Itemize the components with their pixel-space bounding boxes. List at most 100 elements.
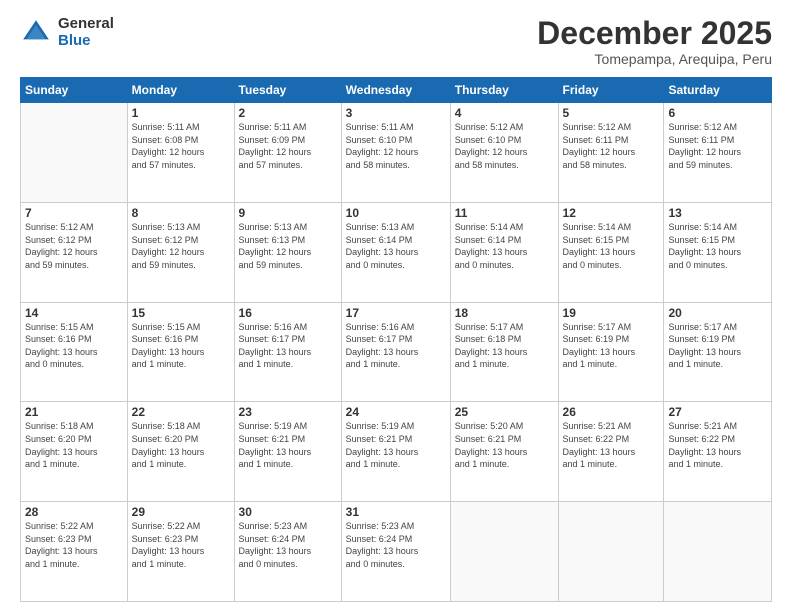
calendar-cell: 26Sunrise: 5:21 AM Sunset: 6:22 PM Dayli… (558, 402, 664, 502)
day-number: 3 (346, 106, 446, 120)
day-number: 7 (25, 206, 123, 220)
day-number: 25 (455, 405, 554, 419)
day-number: 9 (239, 206, 337, 220)
calendar-cell: 18Sunrise: 5:17 AM Sunset: 6:18 PM Dayli… (450, 302, 558, 402)
day-info: Sunrise: 5:14 AM Sunset: 6:15 PM Dayligh… (563, 221, 660, 271)
day-header-friday: Friday (558, 78, 664, 103)
day-header-wednesday: Wednesday (341, 78, 450, 103)
day-info: Sunrise: 5:12 AM Sunset: 6:11 PM Dayligh… (563, 121, 660, 171)
calendar-cell: 25Sunrise: 5:20 AM Sunset: 6:21 PM Dayli… (450, 402, 558, 502)
day-number: 23 (239, 405, 337, 419)
day-number: 29 (132, 505, 230, 519)
day-info: Sunrise: 5:16 AM Sunset: 6:17 PM Dayligh… (346, 321, 446, 371)
day-number: 14 (25, 306, 123, 320)
day-number: 13 (668, 206, 767, 220)
day-number: 17 (346, 306, 446, 320)
day-number: 20 (668, 306, 767, 320)
calendar-cell: 23Sunrise: 5:19 AM Sunset: 6:21 PM Dayli… (234, 402, 341, 502)
day-number: 1 (132, 106, 230, 120)
logo-icon (20, 17, 52, 49)
calendar-cell: 20Sunrise: 5:17 AM Sunset: 6:19 PM Dayli… (664, 302, 772, 402)
calendar-cell: 22Sunrise: 5:18 AM Sunset: 6:20 PM Dayli… (127, 402, 234, 502)
calendar-cell: 27Sunrise: 5:21 AM Sunset: 6:22 PM Dayli… (664, 402, 772, 502)
day-number: 28 (25, 505, 123, 519)
day-info: Sunrise: 5:15 AM Sunset: 6:16 PM Dayligh… (132, 321, 230, 371)
day-info: Sunrise: 5:21 AM Sunset: 6:22 PM Dayligh… (668, 420, 767, 470)
calendar-cell: 19Sunrise: 5:17 AM Sunset: 6:19 PM Dayli… (558, 302, 664, 402)
location-subtitle: Tomepampa, Arequipa, Peru (537, 51, 772, 67)
calendar-table: SundayMondayTuesdayWednesdayThursdayFrid… (20, 77, 772, 602)
day-number: 24 (346, 405, 446, 419)
calendar-cell: 29Sunrise: 5:22 AM Sunset: 6:23 PM Dayli… (127, 502, 234, 602)
calendar-cell (450, 502, 558, 602)
day-info: Sunrise: 5:17 AM Sunset: 6:18 PM Dayligh… (455, 321, 554, 371)
day-info: Sunrise: 5:13 AM Sunset: 6:14 PM Dayligh… (346, 221, 446, 271)
day-number: 19 (563, 306, 660, 320)
logo: General Blue (20, 16, 114, 49)
calendar-cell: 3Sunrise: 5:11 AM Sunset: 6:10 PM Daylig… (341, 103, 450, 203)
day-info: Sunrise: 5:12 AM Sunset: 6:11 PM Dayligh… (668, 121, 767, 171)
calendar-cell: 13Sunrise: 5:14 AM Sunset: 6:15 PM Dayli… (664, 202, 772, 302)
day-info: Sunrise: 5:11 AM Sunset: 6:09 PM Dayligh… (239, 121, 337, 171)
day-number: 18 (455, 306, 554, 320)
calendar-cell: 17Sunrise: 5:16 AM Sunset: 6:17 PM Dayli… (341, 302, 450, 402)
calendar-cell: 7Sunrise: 5:12 AM Sunset: 6:12 PM Daylig… (21, 202, 128, 302)
day-number: 31 (346, 505, 446, 519)
month-title: December 2025 (537, 16, 772, 51)
calendar-cell: 4Sunrise: 5:12 AM Sunset: 6:10 PM Daylig… (450, 103, 558, 203)
day-info: Sunrise: 5:17 AM Sunset: 6:19 PM Dayligh… (563, 321, 660, 371)
day-info: Sunrise: 5:16 AM Sunset: 6:17 PM Dayligh… (239, 321, 337, 371)
day-info: Sunrise: 5:22 AM Sunset: 6:23 PM Dayligh… (132, 520, 230, 570)
day-info: Sunrise: 5:14 AM Sunset: 6:15 PM Dayligh… (668, 221, 767, 271)
day-info: Sunrise: 5:13 AM Sunset: 6:13 PM Dayligh… (239, 221, 337, 271)
calendar-cell: 28Sunrise: 5:22 AM Sunset: 6:23 PM Dayli… (21, 502, 128, 602)
day-info: Sunrise: 5:20 AM Sunset: 6:21 PM Dayligh… (455, 420, 554, 470)
day-number: 8 (132, 206, 230, 220)
day-info: Sunrise: 5:18 AM Sunset: 6:20 PM Dayligh… (25, 420, 123, 470)
day-number: 22 (132, 405, 230, 419)
calendar-cell (21, 103, 128, 203)
calendar-cell: 30Sunrise: 5:23 AM Sunset: 6:24 PM Dayli… (234, 502, 341, 602)
day-number: 11 (455, 206, 554, 220)
day-header-thursday: Thursday (450, 78, 558, 103)
day-info: Sunrise: 5:17 AM Sunset: 6:19 PM Dayligh… (668, 321, 767, 371)
calendar-cell: 21Sunrise: 5:18 AM Sunset: 6:20 PM Dayli… (21, 402, 128, 502)
calendar-cell (558, 502, 664, 602)
day-number: 5 (563, 106, 660, 120)
day-header-saturday: Saturday (664, 78, 772, 103)
calendar-cell: 6Sunrise: 5:12 AM Sunset: 6:11 PM Daylig… (664, 103, 772, 203)
day-number: 30 (239, 505, 337, 519)
calendar-cell: 2Sunrise: 5:11 AM Sunset: 6:09 PM Daylig… (234, 103, 341, 203)
logo-blue: Blue (58, 33, 114, 50)
day-header-monday: Monday (127, 78, 234, 103)
calendar-cell: 8Sunrise: 5:13 AM Sunset: 6:12 PM Daylig… (127, 202, 234, 302)
day-number: 15 (132, 306, 230, 320)
calendar-cell: 5Sunrise: 5:12 AM Sunset: 6:11 PM Daylig… (558, 103, 664, 203)
day-info: Sunrise: 5:11 AM Sunset: 6:10 PM Dayligh… (346, 121, 446, 171)
day-info: Sunrise: 5:12 AM Sunset: 6:12 PM Dayligh… (25, 221, 123, 271)
day-header-sunday: Sunday (21, 78, 128, 103)
calendar-cell: 31Sunrise: 5:23 AM Sunset: 6:24 PM Dayli… (341, 502, 450, 602)
day-info: Sunrise: 5:18 AM Sunset: 6:20 PM Dayligh… (132, 420, 230, 470)
day-header-tuesday: Tuesday (234, 78, 341, 103)
day-info: Sunrise: 5:21 AM Sunset: 6:22 PM Dayligh… (563, 420, 660, 470)
title-block: December 2025 Tomepampa, Arequipa, Peru (537, 16, 772, 67)
page-header: General Blue December 2025 Tomepampa, Ar… (20, 16, 772, 67)
day-number: 6 (668, 106, 767, 120)
calendar-cell: 14Sunrise: 5:15 AM Sunset: 6:16 PM Dayli… (21, 302, 128, 402)
day-info: Sunrise: 5:15 AM Sunset: 6:16 PM Dayligh… (25, 321, 123, 371)
calendar-cell (664, 502, 772, 602)
day-info: Sunrise: 5:11 AM Sunset: 6:08 PM Dayligh… (132, 121, 230, 171)
day-info: Sunrise: 5:23 AM Sunset: 6:24 PM Dayligh… (346, 520, 446, 570)
calendar-cell: 12Sunrise: 5:14 AM Sunset: 6:15 PM Dayli… (558, 202, 664, 302)
day-info: Sunrise: 5:23 AM Sunset: 6:24 PM Dayligh… (239, 520, 337, 570)
day-number: 26 (563, 405, 660, 419)
day-number: 16 (239, 306, 337, 320)
day-number: 12 (563, 206, 660, 220)
logo-general: General (58, 16, 114, 33)
calendar-cell: 11Sunrise: 5:14 AM Sunset: 6:14 PM Dayli… (450, 202, 558, 302)
calendar-cell: 1Sunrise: 5:11 AM Sunset: 6:08 PM Daylig… (127, 103, 234, 203)
day-info: Sunrise: 5:12 AM Sunset: 6:10 PM Dayligh… (455, 121, 554, 171)
day-number: 27 (668, 405, 767, 419)
calendar-cell: 9Sunrise: 5:13 AM Sunset: 6:13 PM Daylig… (234, 202, 341, 302)
